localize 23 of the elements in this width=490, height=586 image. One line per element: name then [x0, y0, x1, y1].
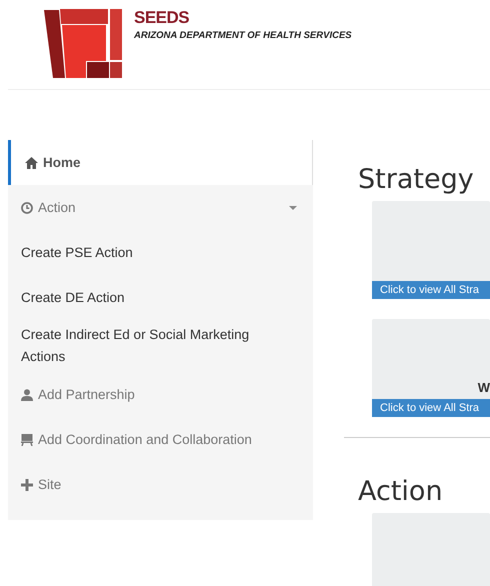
user-icon: [21, 388, 33, 400]
sidebar-group-label: Action: [38, 198, 77, 216]
clock-icon: [21, 202, 33, 214]
card-value: W: [476, 380, 490, 397]
sidebar-item[interactable]: Create DE Action: [8, 275, 313, 320]
view-all-link[interactable]: Click to view All Stra: [372, 399, 490, 417]
home-icon: [25, 156, 38, 168]
view-all-link[interactable]: Click to view All Stra: [372, 281, 490, 299]
section-heading: Action: [358, 476, 444, 507]
logo-icon: [44, 8, 122, 80]
plus-icon: [21, 478, 33, 490]
sidebar-item[interactable]: Create PSE Action: [8, 230, 313, 275]
sidebar-item[interactable]: Add Coordination and Collaboration: [8, 417, 313, 462]
sidebar-item[interactable]: Site: [8, 462, 313, 507]
caret-icon: [289, 206, 297, 210]
sidebar-item[interactable]: Create Indirect Ed or Social Marketing Actions: [8, 320, 313, 372]
organization-name: ARIZONA DEPARTMENT OF HEALTH SERVICES: [134, 30, 352, 41]
app-title: SEEDS: [134, 8, 190, 28]
sidebar-item[interactable]: Home: [8, 140, 313, 185]
sidebar-group[interactable]: Action: [8, 185, 313, 230]
easel-icon: [21, 434, 33, 446]
section-heading: Strategy: [358, 164, 475, 195]
sidebar-item[interactable]: Add Partnership: [8, 372, 313, 417]
